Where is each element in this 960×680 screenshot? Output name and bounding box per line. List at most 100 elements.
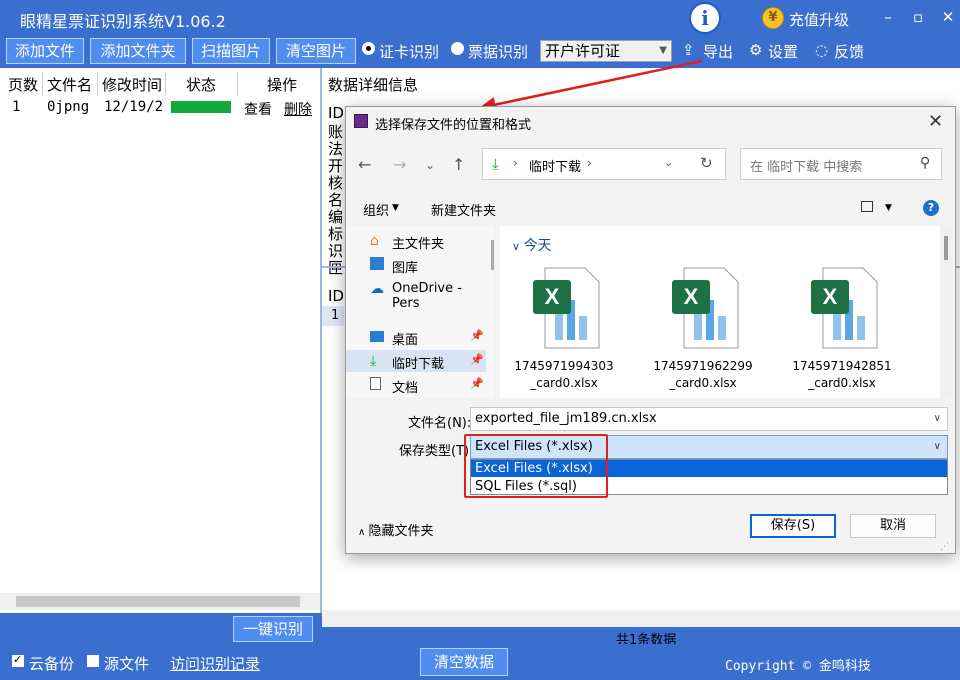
chevron-down-icon[interactable]: ▼: [885, 203, 892, 213]
data-grid-header: ID: [328, 287, 344, 305]
delete-link[interactable]: 删除: [284, 99, 312, 119]
feedback-icon[interactable]: ◌: [815, 41, 828, 59]
settings-button[interactable]: 设置: [768, 41, 798, 62]
refresh-icon[interactable]: ↻: [700, 154, 713, 172]
address-breadcrumb[interactable]: 临时下载: [529, 156, 581, 175]
nav-item-documents[interactable]: 文档 📌: [346, 374, 486, 396]
nav-scrollbar-thumb[interactable]: [491, 240, 494, 270]
detail-line: ID: [328, 104, 344, 122]
source-file-label[interactable]: 源文件: [104, 653, 149, 674]
file-item[interactable]: X 1745971962299 _card0.xlsx: [644, 262, 762, 392]
maximize-icon[interactable]: ▫: [906, 6, 930, 30]
scrollbar-thumb[interactable]: [16, 596, 300, 607]
file-name: 1745971994303 _card0.xlsx: [505, 358, 623, 392]
history-link[interactable]: 访问识别记录: [170, 653, 260, 674]
vertical-scrollbar[interactable]: [940, 226, 952, 398]
cloud-backup-checkbox[interactable]: [12, 653, 24, 667]
file-item[interactable]: X 1745971994303 _card0.xlsx: [505, 262, 623, 392]
info-icon[interactable]: i: [689, 2, 721, 34]
document-icon: [370, 377, 381, 390]
save-button[interactable]: 保存(S): [750, 514, 836, 538]
download-icon: ⤓: [370, 353, 377, 369]
svg-text:X: X: [823, 284, 838, 309]
new-folder-button[interactable]: 新建文件夹: [431, 200, 496, 219]
column-divider[interactable]: [42, 72, 43, 96]
app-title: 眼精星票证识别系统V1.06.2: [20, 12, 226, 31]
clear-images-button[interactable]: 清空图片: [276, 38, 356, 64]
dialog-close-icon[interactable]: ✕: [928, 111, 943, 132]
file-name: 1745971942851 _card0.xlsx: [783, 358, 901, 392]
filename-input[interactable]: exported_file_jm189.cn.xlsx ∨: [470, 407, 948, 431]
add-folder-button[interactable]: 添加文件夹: [90, 38, 186, 64]
breadcrumb-chevron-icon: ›: [513, 156, 518, 170]
copyright: Copyright © 金鸣科技: [725, 659, 871, 674]
nav-item-desktop[interactable]: 桌面 📌: [346, 326, 486, 348]
add-file-button[interactable]: 添加文件: [6, 38, 84, 64]
excel-file-icon: X: [672, 267, 739, 349]
address-dropdown-icon[interactable]: ⌄: [664, 156, 673, 169]
chevron-down-icon: ∨: [512, 240, 524, 253]
excel-file-icon: X: [533, 267, 600, 349]
forward-icon[interactable]: →: [393, 155, 406, 174]
view-link[interactable]: 查看: [244, 99, 272, 119]
file-name-line: 1745971994303: [514, 359, 614, 373]
hide-folders-toggle[interactable]: ∧ 隐藏文件夹: [358, 520, 434, 539]
source-file-checkbox[interactable]: [87, 655, 99, 667]
cloud-backup-label[interactable]: 云备份: [29, 653, 74, 674]
nav-item-gallery[interactable]: 图库: [346, 254, 486, 276]
view-mode-icon[interactable]: [861, 201, 873, 212]
nav-item-label: 文档: [392, 381, 419, 396]
status-progress-bar: [171, 101, 231, 113]
search-icon[interactable]: ⚲: [920, 155, 930, 171]
up-icon[interactable]: ↑: [452, 155, 465, 174]
detail-title: 数据详细信息: [328, 76, 419, 94]
resize-grip-icon[interactable]: ⋰: [940, 542, 949, 552]
minimize-icon[interactable]: –: [876, 6, 900, 30]
card-recognition-label[interactable]: 证卡识别: [379, 41, 439, 62]
scan-image-button[interactable]: 扫描图片: [192, 38, 270, 64]
cancel-button[interactable]: 取消: [850, 514, 936, 538]
one-click-recognize-button[interactable]: 一键识别: [233, 616, 313, 642]
horizontal-scrollbar[interactable]: [322, 610, 960, 627]
nav-item-home[interactable]: ⌂ 主文件夹: [346, 230, 486, 252]
nav-item-onedrive[interactable]: ☁ OneDrive - Pers: [346, 278, 486, 311]
ticket-recognition-radio[interactable]: [451, 42, 464, 55]
back-icon[interactable]: ←: [358, 155, 371, 174]
chevron-down-icon[interactable]: ∨: [934, 436, 941, 458]
save-type-label: 保存类型(T): [399, 444, 470, 459]
file-item[interactable]: X 1745971942851 _card0.xlsx: [783, 262, 901, 392]
upgrade-button[interactable]: 充值升级: [789, 9, 849, 30]
organize-button[interactable]: 组织: [363, 200, 389, 219]
desktop-icon: [370, 331, 384, 342]
clear-data-button[interactable]: 清空数据: [420, 648, 508, 676]
chevron-down-icon[interactable]: ▼: [392, 203, 399, 213]
column-header-status[interactable]: 状态: [186, 74, 216, 95]
help-icon[interactable]: ?: [923, 200, 939, 216]
breadcrumb-chevron-icon[interactable]: ›: [587, 156, 592, 170]
column-divider[interactable]: [97, 72, 98, 96]
coin-icon[interactable]: ¥: [762, 7, 784, 29]
close-icon[interactable]: ✕: [936, 6, 960, 30]
column-header-filename[interactable]: 文件名: [47, 74, 92, 95]
pin-icon: 📌: [470, 329, 484, 342]
column-header-page[interactable]: 页数: [8, 74, 38, 95]
scrollbar-thumb[interactable]: [944, 236, 948, 260]
nav-item-label: OneDrive - Pers: [392, 281, 462, 311]
file-name-line: _card0.xlsx: [669, 376, 737, 390]
column-header-actions[interactable]: 操作: [267, 74, 297, 95]
svg-text:X: X: [545, 284, 560, 309]
column-divider[interactable]: [165, 72, 166, 96]
address-bar[interactable]: [482, 148, 726, 180]
settings-icon[interactable]: ⚙: [749, 41, 762, 59]
gallery-icon: [370, 257, 384, 270]
card-recognition-radio[interactable]: [362, 42, 375, 55]
horizontal-scrollbar[interactable]: [0, 593, 320, 610]
recent-locations-icon[interactable]: ⌄: [425, 158, 435, 172]
annotation-highlight-box: [464, 434, 608, 498]
column-divider[interactable]: [237, 72, 238, 96]
column-header-modified[interactable]: 修改时间: [102, 74, 162, 95]
chevron-down-icon[interactable]: ∨: [934, 408, 941, 430]
group-header-today[interactable]: ∨ 今天: [512, 235, 552, 255]
nav-item-downloads[interactable]: ⤓ 临时下载 📌: [346, 350, 486, 372]
feedback-button[interactable]: 反馈: [834, 41, 864, 62]
